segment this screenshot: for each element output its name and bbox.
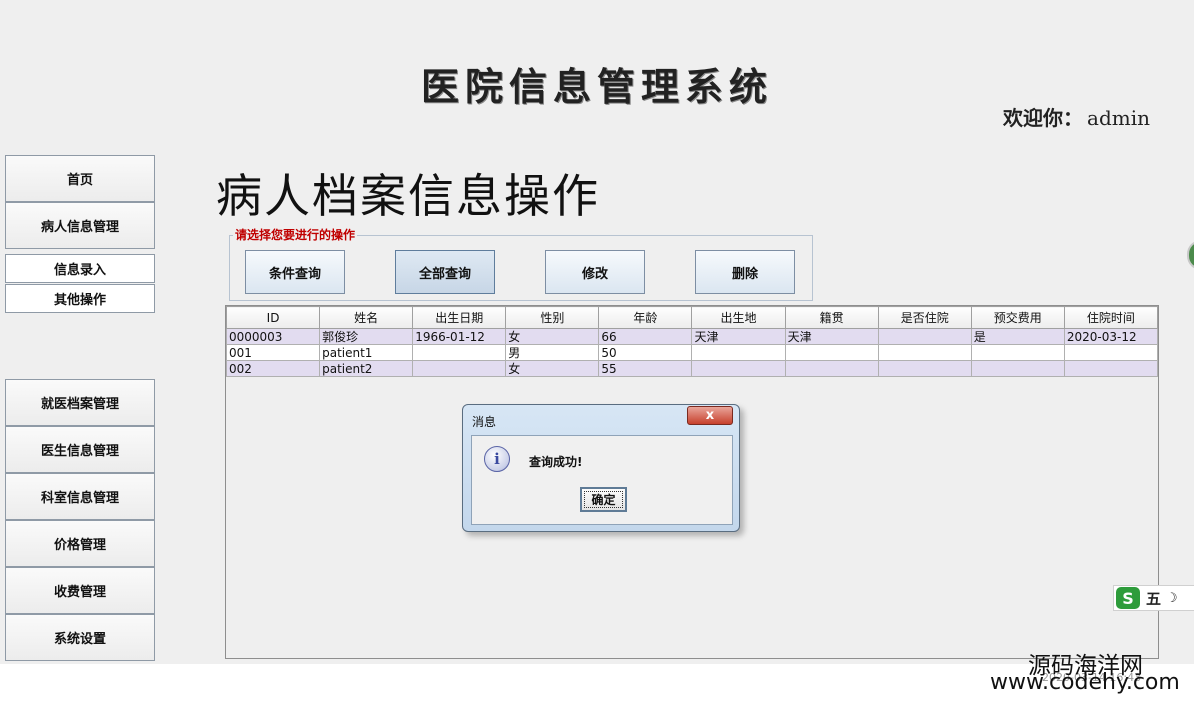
table-cell[interactable]: 0000003: [225, 328, 321, 345]
dialog-title: 消息: [472, 415, 497, 429]
message-dialog: 消息 x i 查询成功! 确定: [462, 404, 740, 532]
table-cell[interactable]: 66: [598, 328, 693, 345]
table-cell[interactable]: patient2: [319, 360, 414, 377]
sidebar-item-system-settings[interactable]: 系统设置: [5, 614, 155, 661]
moon-icon[interactable]: ☽: [1166, 591, 1178, 606]
table-cell[interactable]: 男: [505, 344, 600, 361]
table-cell[interactable]: [970, 344, 1065, 361]
table-cell[interactable]: 天津: [784, 328, 879, 345]
ime-logo-icon: S: [1116, 587, 1140, 609]
sidebar-item-department-info[interactable]: 科室信息管理: [5, 473, 155, 520]
table-cell[interactable]: 1966-01-12: [412, 328, 507, 345]
col-header-gender[interactable]: 性别: [505, 306, 600, 329]
info-icon: i: [484, 446, 510, 472]
username: admin: [1087, 106, 1150, 130]
close-icon: x: [705, 408, 715, 423]
table-cell[interactable]: [1063, 360, 1159, 377]
table-cell[interactable]: [1063, 344, 1159, 361]
welcome-text: 欢迎你： admin: [1003, 102, 1150, 131]
patient-table: ID 姓名 出生日期 性别 年龄 出生地 籍贯 是否住院 预交费用 住院时间 0…: [225, 306, 1159, 377]
query-all-button[interactable]: 全部查询: [395, 250, 495, 294]
table-cell[interactable]: [784, 344, 879, 361]
table-cell[interactable]: 002: [225, 360, 321, 377]
sidebar-item-medical-records[interactable]: 就医档案管理: [5, 379, 155, 426]
table-header-row: ID 姓名 出生日期 性别 年龄 出生地 籍贯 是否住院 预交费用 住院时间: [225, 306, 1159, 329]
table-cell[interactable]: 女: [505, 328, 600, 345]
table-cell[interactable]: 001: [225, 344, 321, 361]
operation-legend: 请选择您要进行的操作: [233, 226, 358, 243]
close-button[interactable]: x: [687, 406, 733, 425]
conditional-query-button[interactable]: 条件查询: [245, 250, 345, 294]
table-cell[interactable]: [970, 360, 1065, 377]
table-cell[interactable]: 是: [970, 328, 1065, 345]
dialog-body: i 查询成功! 确定: [471, 435, 733, 525]
table-row[interactable]: 001 patient1 男 50: [225, 344, 1159, 361]
welcome-prefix: 欢迎你：: [1003, 106, 1084, 130]
ime-toolbar[interactable]: S 五 ☽: [1113, 585, 1194, 611]
col-header-birthplace[interactable]: 出生地: [691, 306, 786, 329]
table-cell[interactable]: [877, 344, 972, 361]
table-cell[interactable]: 女: [505, 360, 600, 377]
dialog-message: 查询成功!: [529, 455, 583, 469]
table-cell[interactable]: [691, 360, 786, 377]
col-header-hospitalized[interactable]: 是否住院: [877, 306, 972, 329]
sidebar-subitem-other-ops[interactable]: 其他操作: [5, 284, 155, 313]
table-cell[interactable]: [784, 360, 879, 377]
floating-widget-icon[interactable]: [1187, 240, 1194, 270]
delete-button[interactable]: 删除: [695, 250, 795, 294]
col-header-name[interactable]: 姓名: [319, 306, 414, 329]
table-row[interactable]: 002 patient2 女 55: [225, 360, 1159, 377]
sidebar-item-patient-info-mgmt[interactable]: 病人信息管理: [5, 202, 155, 249]
table-cell[interactable]: 天津: [691, 328, 786, 345]
table-cell[interactable]: [877, 360, 972, 377]
ime-mode-label[interactable]: 五: [1146, 588, 1161, 609]
table-cell[interactable]: patient1: [319, 344, 414, 361]
table-cell[interactable]: 55: [598, 360, 693, 377]
sidebar-item-home[interactable]: 首页: [5, 155, 155, 202]
sidebar-item-doctor-info[interactable]: 医生信息管理: [5, 426, 155, 473]
col-header-age[interactable]: 年龄: [598, 306, 693, 329]
table-cell[interactable]: [412, 360, 507, 377]
table-cell[interactable]: [412, 344, 507, 361]
sidebar-item-price-mgmt[interactable]: 价格管理: [5, 520, 155, 567]
table-cell[interactable]: 2020-03-12: [1063, 328, 1159, 345]
watermark-site-url: www.codehy.com: [990, 670, 1180, 695]
col-header-id[interactable]: ID: [225, 306, 321, 329]
modify-button[interactable]: 修改: [545, 250, 645, 294]
table-cell[interactable]: [691, 344, 786, 361]
ok-button[interactable]: 确定: [580, 487, 627, 512]
col-header-admission-time[interactable]: 住院时间: [1063, 306, 1159, 329]
sidebar-subitem-info-entry[interactable]: 信息录入: [5, 254, 155, 283]
col-header-birthdate[interactable]: 出生日期: [412, 306, 507, 329]
table-cell[interactable]: 50: [598, 344, 693, 361]
col-header-native-place[interactable]: 籍贯: [784, 306, 879, 329]
page-heading: 病人档案信息操作: [216, 169, 600, 223]
table-cell[interactable]: [877, 328, 972, 345]
table-row[interactable]: 0000003 郭俊珍 1966-01-12 女 66 天津 天津 是 2020…: [225, 328, 1159, 345]
col-header-prepaid[interactable]: 预交费用: [970, 306, 1065, 329]
sidebar-item-billing-mgmt[interactable]: 收费管理: [5, 567, 155, 614]
table-cell[interactable]: 郭俊珍: [319, 328, 414, 345]
